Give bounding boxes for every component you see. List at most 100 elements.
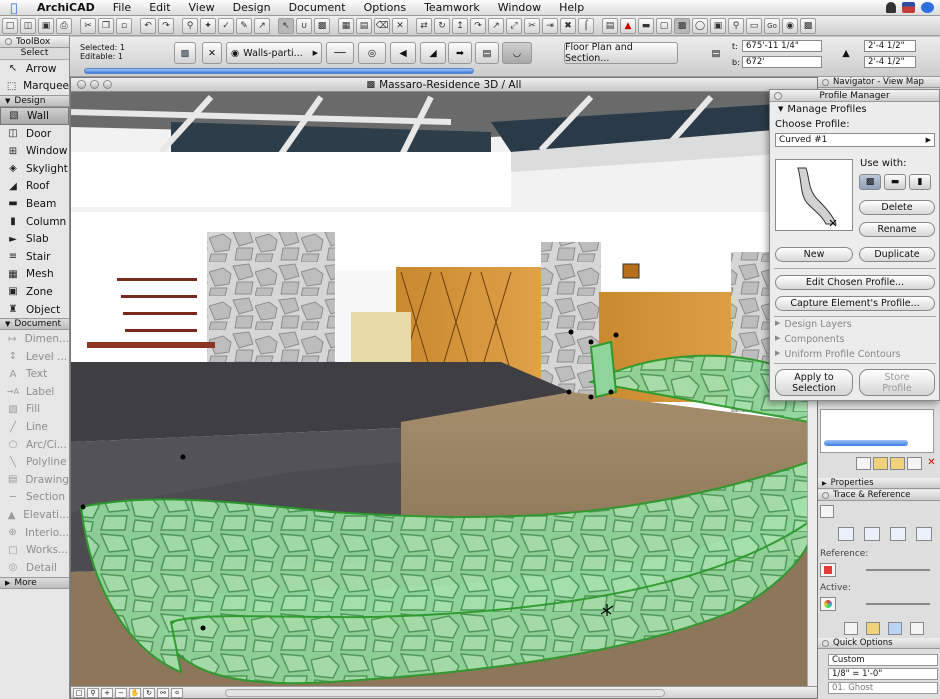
3d-window-titlebar[interactable]: ▩ Massaro-Residence 3D / All	[71, 78, 817, 92]
eyedropper-icon[interactable]: ✓	[218, 17, 234, 34]
toolbox-select-header[interactable]: Select	[0, 48, 69, 60]
menu-options[interactable]: Options	[355, 1, 415, 14]
tool-worksheet[interactable]: □ Works...	[0, 541, 69, 559]
menu-design[interactable]: Design	[224, 1, 280, 14]
redo-icon[interactable]: ↷	[158, 17, 174, 34]
tool-door[interactable]: ◫ Door	[0, 125, 69, 143]
navigator-scrollbar[interactable]	[824, 440, 908, 446]
go-icon[interactable]: Go	[764, 17, 780, 34]
spotlight-icon[interactable]	[921, 2, 934, 13]
new-profile-button[interactable]: New	[775, 247, 853, 262]
circle-tool-icon[interactable]: ◯	[692, 17, 708, 34]
thickness-field-1[interactable]: 2'-4 1/2"	[864, 40, 916, 52]
folder-icon[interactable]	[873, 457, 888, 470]
edit-chosen-profile-button[interactable]: Edit Chosen Profile...	[775, 275, 935, 290]
tool-drawing[interactable]: ▤ Drawing	[0, 471, 69, 489]
save-icon[interactable]: ▣	[38, 17, 54, 34]
apply-to-selection-button[interactable]: Apply to Selection	[775, 369, 853, 396]
menu-app[interactable]: ArchiCAD	[28, 1, 104, 14]
scale-mode-dropdown[interactable]: Custom	[828, 654, 938, 666]
tool-wall[interactable]: ▧ Wall	[0, 107, 69, 125]
close-dot-icon[interactable]	[5, 38, 12, 45]
tool-detail[interactable]: ◎ Detail	[0, 559, 69, 577]
tool-arc[interactable]: ○ Arc/Ci...	[0, 436, 69, 454]
reference-slider[interactable]	[866, 569, 930, 571]
bottom-height-field[interactable]: 672'	[742, 56, 822, 68]
walk-icon[interactable]: ⚯	[157, 687, 169, 698]
layout-icon[interactable]: ▩	[800, 17, 816, 34]
paste-icon[interactable]: ▫	[116, 17, 132, 34]
tool-column[interactable]: ▮ Column	[0, 213, 69, 231]
reference-line-button[interactable]: ➡	[448, 42, 472, 64]
tool-fill[interactable]: ▧ Fill	[0, 401, 69, 419]
use-with-column-icon[interactable]: ▮	[909, 174, 931, 190]
zoom-button[interactable]	[103, 80, 112, 89]
layer-combination-dropdown[interactable]: 01. Ghost	[828, 682, 938, 694]
zoom-out-icon[interactable]: −	[115, 687, 127, 698]
tool-level[interactable]: ↕ Level ...	[0, 348, 69, 366]
resize-icon[interactable]: ⤢	[506, 17, 522, 34]
zoom-fit-icon[interactable]: □	[73, 687, 85, 698]
magic-wand-icon[interactable]: ✦	[200, 17, 216, 34]
find-select-icon[interactable]: ⚲	[182, 17, 198, 34]
components-section[interactable]: ▶ Components	[775, 334, 845, 345]
open-folder-icon[interactable]: ◫	[20, 17, 36, 34]
tool-window[interactable]: ⊞ Window	[0, 142, 69, 160]
hatched-wall-button[interactable]: ▤	[475, 42, 499, 64]
menu-file[interactable]: File	[104, 1, 140, 14]
store-profile-button[interactable]: Store Profile	[859, 369, 935, 396]
new-file-icon[interactable]: □	[2, 17, 18, 34]
flip-icon[interactable]	[888, 622, 902, 635]
trace-show-icon[interactable]	[838, 527, 854, 541]
3d-horizontal-scrollbar[interactable]	[225, 688, 665, 697]
trace-toggle-icon[interactable]	[820, 505, 834, 518]
layers-icon[interactable]: ▤	[356, 17, 372, 34]
profile-wall-button[interactable]: ◡	[502, 42, 532, 64]
snap-icon[interactable]: ∪	[296, 17, 312, 34]
layer-selector[interactable]: ◉ Walls-parti... ▶	[226, 42, 322, 64]
menu-document[interactable]: Document	[280, 1, 355, 14]
stack-icon[interactable]	[866, 622, 880, 635]
fillet-icon[interactable]: ⌠	[578, 17, 594, 34]
fill-type-button[interactable]: ◀	[390, 42, 416, 64]
line-type-button[interactable]: ──	[326, 42, 354, 64]
dash-icon[interactable]: ▬	[638, 17, 654, 34]
tool-stair[interactable]: ≡ Stair	[0, 248, 69, 266]
use-with-beam-icon[interactable]: ▬	[884, 174, 906, 190]
tool-marquee[interactable]: ⬚ Marquee	[0, 78, 69, 96]
use-with-wall-icon[interactable]: ▩	[859, 174, 881, 190]
apple-menu-icon[interactable]: 	[0, 1, 28, 15]
3d-scene-viewport[interactable]	[71, 92, 809, 688]
trace-close-dot-icon[interactable]	[822, 491, 829, 499]
drag-icon[interactable]: ↗	[488, 17, 504, 34]
frame-icon[interactable]: ▢	[656, 17, 672, 34]
flag-icon[interactable]	[902, 2, 915, 13]
duplicate-profile-button[interactable]: Duplicate	[859, 247, 935, 262]
menu-help[interactable]: Help	[550, 1, 593, 14]
tool-label[interactable]: →A Label	[0, 383, 69, 401]
zoom-box-icon[interactable]: ⚲	[87, 687, 99, 698]
quick-options-titlebar[interactable]: Quick Options	[818, 638, 940, 649]
hand-icon[interactable]	[844, 622, 858, 635]
trace-swap-icon[interactable]	[864, 527, 880, 541]
undo-icon[interactable]: ↶	[140, 17, 156, 34]
design-layers-section[interactable]: ▶ Design Layers	[775, 319, 852, 330]
quick-options-close-dot-icon[interactable]	[822, 639, 829, 647]
menu-teamwork[interactable]: Teamwork	[415, 1, 489, 14]
capture-profile-button[interactable]: Capture Element's Profile...	[775, 296, 935, 311]
rename-profile-button[interactable]: Rename	[859, 222, 935, 237]
manage-profiles-header[interactable]: ▼ Manage Profiles	[770, 102, 939, 116]
tool-interior[interactable]: ⊕ Interio...	[0, 524, 69, 542]
globe-icon[interactable]: ◉	[782, 17, 798, 34]
profile-manager-close-icon[interactable]	[774, 92, 782, 100]
geometry-method-button[interactable]: ✕	[202, 42, 222, 64]
box-tool-icon[interactable]: ▣	[710, 17, 726, 34]
window-tool-icon[interactable]: ▭	[746, 17, 762, 34]
pen-icon[interactable]: ✎	[236, 17, 252, 34]
menu-window[interactable]: Window	[489, 1, 550, 14]
properties-titlebar[interactable]: ▶ Properties	[818, 478, 940, 489]
tool-text[interactable]: A Text	[0, 366, 69, 384]
tool-dimension[interactable]: ↦ Dimen...	[0, 330, 69, 348]
tool-line[interactable]: ╱ Line	[0, 418, 69, 436]
pen-weight-button[interactable]: ◎	[358, 42, 386, 64]
